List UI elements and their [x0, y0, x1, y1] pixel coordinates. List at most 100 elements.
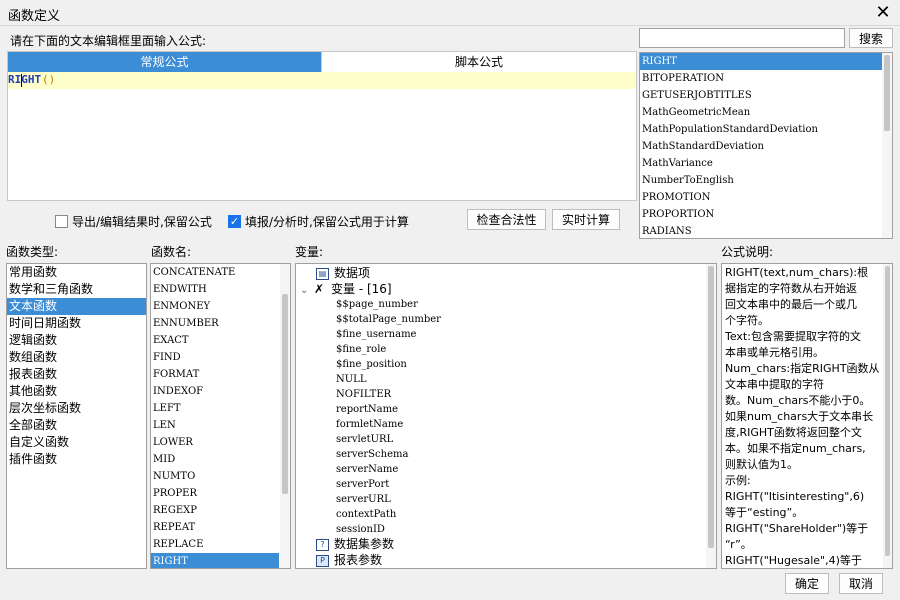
function-name-item[interactable]: PROPER [151, 485, 279, 502]
function-name-item[interactable]: REPLACE [151, 536, 279, 553]
function-type-item[interactable]: 文本函数 [7, 298, 146, 315]
tree-item-variables[interactable]: ⌄ ✗ 变量 - [16] [300, 282, 392, 297]
tree-item-report-params[interactable]: P 报表参数 [316, 553, 382, 568]
function-name-item[interactable]: EXACT [151, 332, 279, 349]
check-validity-button[interactable]: 检查合法性 [467, 209, 546, 230]
description-scrollbar[interactable] [883, 264, 892, 568]
function-type-item[interactable]: 层次坐标函数 [7, 400, 146, 417]
variable-item[interactable]: serverSchema [336, 447, 408, 462]
variable-item[interactable]: formletName [336, 417, 403, 432]
tree-item-data-items[interactable]: ▤ 数据项 [316, 266, 370, 281]
variable-item[interactable]: $fine_role [336, 342, 386, 357]
variable-item[interactable]: $fine_position [336, 357, 407, 372]
function-name-item[interactable]: ENMONEY [151, 298, 279, 315]
search-result-item[interactable]: MathGeometricMean [640, 104, 892, 121]
tab-script-formula[interactable]: 脚本公式 [321, 52, 636, 72]
function-type-item[interactable]: 数学和三角函数 [7, 281, 146, 298]
description-line: 文本串中提取的字符 [725, 378, 824, 391]
description-line: RIGHT(text,num_chars):根 [725, 266, 869, 279]
function-name-item[interactable]: ENNUMBER [151, 315, 279, 332]
fill-keep-formula-label: 填报/分析时,保留公式用于计算 [245, 215, 409, 229]
export-keep-formula-checkbox[interactable] [55, 215, 68, 228]
search-result-item[interactable]: PROMOTION [640, 189, 892, 206]
search-result-item[interactable]: RIGHT [640, 53, 892, 70]
function-name-item[interactable]: REGEXP [151, 502, 279, 519]
variable-item[interactable]: $$totalPage_number [336, 312, 441, 327]
variable-item[interactable]: serverPort [336, 477, 389, 492]
variable-item[interactable]: $fine_username [336, 327, 416, 342]
report-param-icon: P [316, 554, 329, 567]
fill-keep-formula-checkbox[interactable]: ✓ [228, 215, 241, 228]
search-input[interactable] [639, 28, 845, 48]
function-name-item[interactable]: CONCATENATE [151, 264, 279, 281]
function-type-item[interactable]: 自定义函数 [7, 434, 146, 451]
description-line: RIGHT("Itisinteresting",6) [725, 490, 865, 503]
search-button[interactable]: 搜索 [849, 28, 893, 48]
function-name-scroll-thumb[interactable] [282, 294, 288, 494]
function-name-item[interactable]: INDEXOF [151, 383, 279, 400]
cancel-button[interactable]: 取消 [839, 573, 883, 594]
variable-item[interactable]: NULL [336, 372, 366, 387]
variable-item[interactable]: serverName [336, 462, 398, 477]
variable-item[interactable]: reportName [336, 402, 398, 417]
variables-scrollbar[interactable] [706, 264, 716, 568]
function-type-list[interactable]: 常用函数 数学和三角函数 文本函数 时间日期函数 逻辑函数 数组函数 报表函数 其他函数 层次坐… [6, 263, 147, 569]
function-name-item[interactable]: NUMTO [151, 468, 279, 485]
function-type-item[interactable]: 其他函数 [7, 383, 146, 400]
description-line: 示例: [725, 474, 751, 487]
function-type-item[interactable]: 逻辑函数 [7, 332, 146, 349]
function-name-item[interactable]: MID [151, 451, 279, 468]
search-result-item[interactable]: BITOPERATION [640, 70, 892, 87]
function-name-scrollbar[interactable] [280, 264, 290, 568]
function-name-item[interactable]: FORMAT [151, 366, 279, 383]
variable-item[interactable]: serverURL [336, 492, 391, 507]
function-type-item[interactable]: 全部函数 [7, 417, 146, 434]
realtime-calc-button[interactable]: 实时计算 [552, 209, 620, 230]
function-name-item[interactable]: FIND [151, 349, 279, 366]
formula-editor-line[interactable]: RIGHT () [8, 72, 636, 89]
function-type-item[interactable]: 常用函数 [7, 264, 146, 281]
search-result-item[interactable]: MathPopulationStandardDeviation [640, 121, 892, 138]
function-name-item[interactable]: RIGHT [151, 553, 279, 568]
search-result-item[interactable]: RADIANS [640, 223, 892, 238]
function-name-list[interactable]: CONCATENATE ENDWITH ENMONEY ENNUMBER EXACT FI… [150, 263, 291, 569]
function-type-item[interactable]: 数组函数 [7, 349, 146, 366]
function-type-item[interactable]: 插件函数 [7, 451, 146, 468]
tab-normal-formula[interactable]: 常规公式 [8, 52, 321, 72]
function-name-item[interactable]: LEN [151, 417, 279, 434]
variable-item[interactable]: sessionID [336, 522, 385, 537]
export-keep-formula-label: 导出/编辑结果时,保留公式 [72, 215, 212, 229]
function-type-item[interactable]: 报表函数 [7, 366, 146, 383]
variable-item[interactable]: servletURL [336, 432, 393, 447]
formula-function-name: RIGHT [8, 73, 42, 86]
tree-item-dataset-params[interactable]: ? 数据集参数 [316, 537, 394, 552]
variable-item[interactable]: $$page_number [336, 297, 418, 312]
function-name-item[interactable]: LEFT [151, 400, 279, 417]
function-name-item[interactable]: REPEAT [151, 519, 279, 536]
ok-button[interactable]: 确定 [785, 573, 829, 594]
search-result-item[interactable]: NumberToEnglish [640, 172, 892, 189]
search-result-item[interactable]: MathVariance [640, 155, 892, 172]
search-result-item[interactable]: MathStandardDeviation [640, 138, 892, 155]
variable-item[interactable]: NOFILTER [336, 387, 391, 402]
close-icon[interactable]: ✕ [872, 2, 894, 24]
function-name-item[interactable]: LOWER [151, 434, 279, 451]
description-line: 个字符。 [725, 314, 769, 327]
description-line: Text:包含需要提取字符的文 [725, 330, 861, 343]
function-type-label: 函数类型: [6, 245, 59, 259]
function-name-item[interactable]: ENDWITH [151, 281, 279, 298]
dataset-param-icon: ? [316, 538, 329, 551]
description-scroll-thumb[interactable] [885, 266, 890, 556]
search-result-item[interactable]: GETUSERJOBTITLES [640, 87, 892, 104]
variable-item[interactable]: contextPath [336, 507, 396, 522]
chevron-down-icon[interactable]: ⌄ [300, 283, 314, 298]
description-line: RIGHT("Hugesale",4)等于 [725, 554, 862, 567]
search-results-scrollbar[interactable] [882, 53, 892, 238]
variables-scroll-thumb[interactable] [708, 266, 714, 548]
function-type-item[interactable]: 时间日期函数 [7, 315, 146, 332]
search-result-item[interactable]: PROPORTION [640, 206, 892, 223]
search-results-scroll-thumb[interactable] [884, 55, 890, 131]
search-results-list[interactable]: RIGHT BITOPERATION GETUSERJOBTITLES MathGeo… [639, 52, 893, 239]
variables-tree[interactable]: ▤ 数据项 ⌄ ✗ 变量 - [16] $$page_number $$totalPag… [295, 263, 717, 569]
window-title: 函数定义 [8, 9, 61, 24]
